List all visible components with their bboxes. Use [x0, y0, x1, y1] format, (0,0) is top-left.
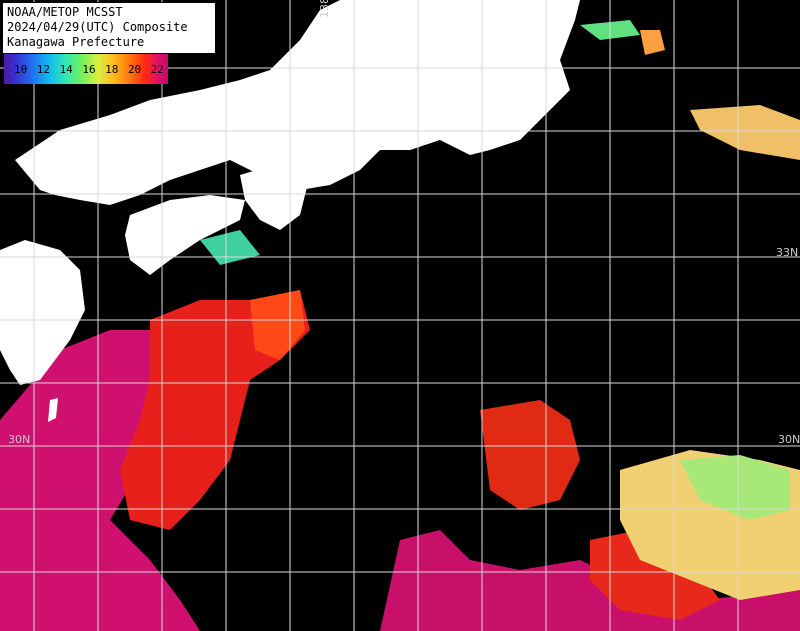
sst-patch-northeast	[690, 105, 800, 160]
title-source: NOAA/METOP MCSST	[7, 5, 123, 19]
colorbar-tick: 22	[150, 63, 164, 76]
lat-label-33n: 33N	[776, 246, 799, 259]
land-kii-peninsula	[240, 160, 310, 230]
colorbar-tick: 18	[105, 63, 119, 76]
colorbar-tick: 16	[82, 63, 96, 76]
colorbar-tick: 20	[127, 63, 142, 76]
lon-label-138e: 138E	[318, 0, 331, 18]
map-title-box: NOAA/METOP MCSST 2024/04/29(UTC) Composi…	[2, 2, 216, 54]
colorbar-tick: 12	[36, 63, 51, 76]
map-canvas	[0, 0, 800, 631]
lat-label-30n-left: 30N	[8, 433, 31, 446]
sst-patch-center	[480, 400, 580, 510]
title-region: Kanagawa Prefecture	[7, 35, 145, 49]
lat-label-30n-right: 30N	[778, 433, 800, 446]
title-date: 2024/04/29(UTC) Composite	[7, 20, 188, 34]
sst-kuroshio-core	[250, 290, 305, 360]
sst-map: NOAA/METOP MCSST 2024/04/29(UTC) Composi…	[0, 0, 800, 631]
colorbar-tick: 10	[14, 63, 28, 76]
colorbar-tick: 14	[59, 63, 73, 76]
sst-patch-top-right	[640, 30, 665, 55]
colorbar-labels: 10 12 14 16 18 20 22	[14, 63, 164, 76]
